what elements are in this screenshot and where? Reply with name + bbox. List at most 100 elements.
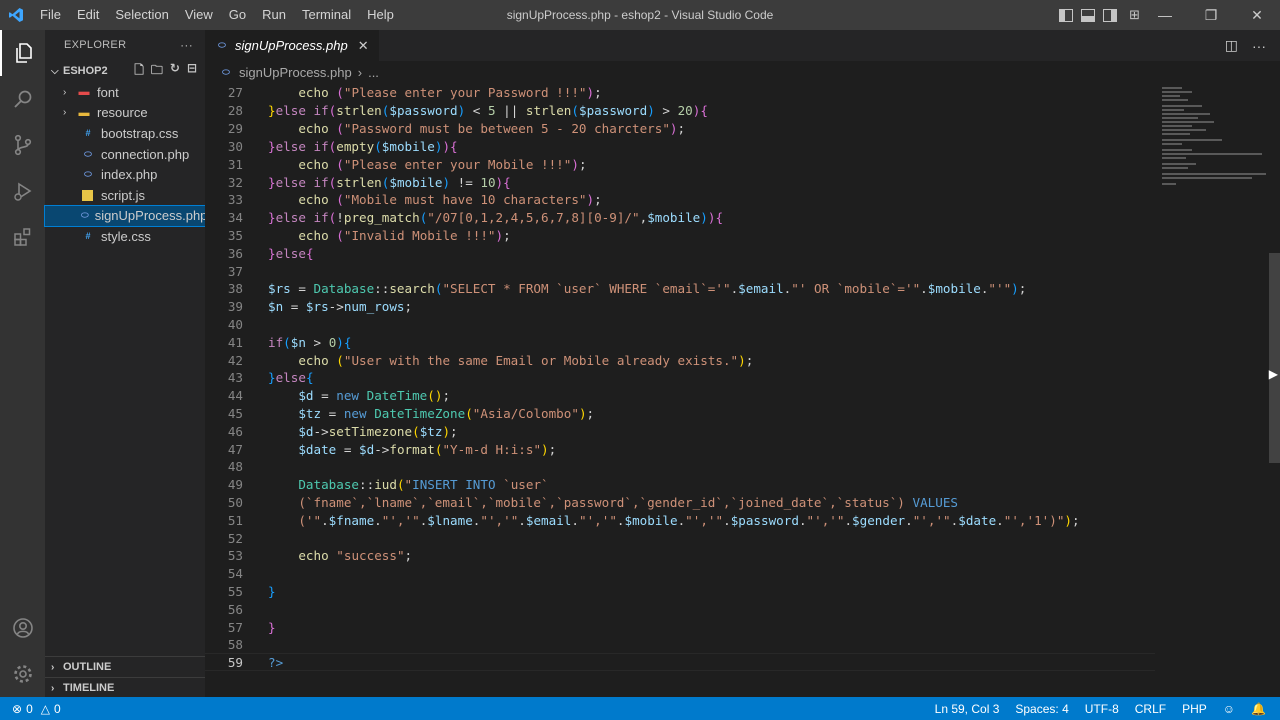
editor-tab-bar: ⬭ signUpProcess.php ✕ ◫ ··· (205, 30, 1280, 61)
menu-file[interactable]: File (32, 0, 69, 30)
code-line: 51 ('".$fname."','".$lname."','".$email.… (205, 512, 1155, 530)
outline-section[interactable]: › OUTLINE (45, 656, 205, 677)
line-number: 58 (227, 637, 243, 653)
line-number: 50 (227, 495, 243, 511)
more-actions-icon[interactable]: ··· (180, 38, 193, 52)
code-line: 33 echo ("Mobile must have 10 characters… (205, 191, 1155, 209)
tree-file-connection-php[interactable]: ⬭ connection.php (45, 144, 205, 165)
line-number: 55 (227, 584, 243, 600)
title-bar: File Edit Selection View Go Run Terminal… (0, 0, 1280, 30)
restore-icon[interactable]: ❐ (1188, 0, 1234, 30)
breadcrumb-symbol[interactable]: ... (368, 65, 379, 80)
more-actions-icon[interactable]: ··· (1252, 38, 1266, 54)
tree-file-index-php[interactable]: ⬭ index.php (45, 164, 205, 185)
menu-go[interactable]: Go (221, 0, 254, 30)
css-file-icon: # (85, 128, 91, 139)
collapse-all-icon[interactable]: ⊟ (187, 61, 197, 82)
explorer-icon[interactable] (0, 30, 45, 76)
account-icon[interactable] (0, 605, 45, 651)
code-line: 57} (205, 619, 1155, 637)
menu-edit[interactable]: Edit (69, 0, 107, 30)
feedback-icon[interactable]: ☺ (1223, 702, 1235, 716)
tree-file-signupprocess-php[interactable]: ⬭ signUpProcess.php (44, 204, 207, 228)
breadcrumb-file[interactable]: signUpProcess.php (239, 65, 352, 80)
tree-file-style-css[interactable]: # style.css (45, 226, 205, 247)
code-line: 46 $d->setTimezone($tz); (205, 423, 1155, 441)
line-number: 41 (227, 335, 243, 351)
code-line: 56 (205, 601, 1155, 619)
new-folder-icon[interactable]: 🗀 (151, 61, 163, 82)
new-file-icon[interactable]: 🗋 (134, 61, 144, 82)
source-control-icon[interactable] (0, 122, 45, 168)
code-editor[interactable]: 27 echo ("Please enter your Password !!!… (205, 83, 1280, 697)
menu-selection[interactable]: Selection (107, 0, 176, 30)
menu-run[interactable]: Run (254, 0, 294, 30)
warning-count: 0 (53, 701, 61, 716)
toggle-panel-icon[interactable] (1081, 8, 1096, 22)
tree-folder-resource[interactable]: › ▬ resource (45, 103, 205, 124)
code-line: 53 echo "success"; (205, 547, 1155, 565)
chevron-right-icon: › (63, 86, 67, 98)
refresh-icon[interactable]: ↻ (170, 61, 180, 82)
status-problems[interactable]: ⊗ 0 △ 0 (0, 702, 61, 716)
run-debug-icon[interactable] (0, 168, 45, 214)
line-number: 34 (227, 210, 243, 226)
tab-signupprocess-php[interactable]: ⬭ signUpProcess.php ✕ (205, 30, 379, 61)
customize-layout-icon[interactable]: ⊞ (1129, 7, 1140, 23)
explorer-sidebar: EXPLORER ··· ⌵ ESHOP2 🗋 🗀 ↻ ⊟ › ▬ font ›… (44, 30, 207, 698)
indentation[interactable]: Spaces: 4 (1015, 702, 1068, 716)
tab-label: signUpProcess.php (235, 38, 348, 53)
search-icon[interactable] (0, 76, 45, 122)
notifications-bell-icon[interactable]: 🔔 (1251, 702, 1266, 716)
menu-help[interactable]: Help (359, 0, 402, 30)
tree-item-label: script.js (101, 187, 146, 203)
minimize-icon[interactable]: — (1142, 0, 1188, 30)
code-line: 52 (205, 530, 1155, 548)
language-mode[interactable]: PHP (1182, 702, 1207, 716)
line-number: 30 (227, 139, 243, 155)
code-line: 28}else if(strlen($password) < 5 || strl… (205, 102, 1155, 120)
cursor-position[interactable]: Ln 59, Col 3 (935, 702, 1000, 716)
status-bar: ⊗ 0 △ 0 Ln 59, Col 3 Spaces: 4 UTF-8 CRL… (0, 697, 1280, 720)
code-line: 48 (205, 458, 1155, 476)
toggle-secondary-sidebar-icon[interactable] (1103, 8, 1118, 22)
menu-view[interactable]: View (177, 0, 221, 30)
workspace-folder[interactable]: ⌵ ESHOP2 🗋 🗀 ↻ ⊟ (45, 60, 205, 82)
close-window-icon[interactable]: ✕ (1234, 0, 1280, 30)
line-endings[interactable]: CRLF (1135, 702, 1166, 716)
status-right: Ln 59, Col 3 Spaces: 4 UTF-8 CRLF PHP ☺ … (935, 702, 1280, 716)
code-line: 43}else{ (205, 369, 1155, 387)
menu-terminal[interactable]: Terminal (294, 0, 359, 30)
code-line: 37 (205, 263, 1155, 281)
vertical-scrollbar[interactable] (1269, 83, 1280, 697)
settings-gear-icon[interactable] (0, 651, 45, 697)
tree-file-script-js[interactable]: script.js (45, 185, 205, 206)
close-tab-icon[interactable]: ✕ (358, 38, 369, 54)
code-line: 39 $n = $rs->num_rows; (205, 298, 1155, 316)
extensions-icon[interactable] (0, 214, 45, 260)
scrollbar-thumb[interactable] (1269, 253, 1280, 463)
code-line: 29 echo ("Password must be between 5 - 2… (205, 120, 1155, 138)
mouse-cursor-icon: ▶ (1268, 367, 1278, 381)
tree-folder-font[interactable]: › ▬ font (45, 82, 205, 103)
line-number: 43 (227, 370, 243, 386)
editor-actions: ◫ ··· (1225, 30, 1280, 61)
error-count: 0 (26, 701, 33, 716)
file-encoding[interactable]: UTF-8 (1085, 702, 1119, 716)
warning-icon: △ (40, 701, 50, 716)
timeline-label: TIMELINE (63, 682, 115, 694)
toggle-sidebar-icon[interactable] (1059, 8, 1074, 22)
breadcrumb-separator: › (357, 64, 363, 80)
timeline-section[interactable]: › TIMELINE (45, 677, 205, 698)
layout-controls: ⊞ (1059, 0, 1140, 30)
breadcrumb: ⬭ signUpProcess.php › ... (205, 61, 1280, 83)
tree-file-bootstrap-css[interactable]: # bootstrap.css (45, 123, 205, 144)
code-line: 59 ?> (205, 654, 1155, 672)
split-editor-icon[interactable]: ◫ (1225, 37, 1238, 54)
code-line: 38 $rs = Database::search("SELECT * FROM … (205, 280, 1155, 298)
php-file-icon: ⬭ (222, 66, 230, 77)
code-line: 34}else if(!preg_match("/07[0,1,2,4,5,6,… (205, 209, 1155, 227)
php-file-icon: ⬭ (218, 40, 226, 50)
code-line: 32}else if(strlen($mobile) != 10){ (205, 174, 1155, 192)
minimap[interactable] (1160, 83, 1268, 193)
